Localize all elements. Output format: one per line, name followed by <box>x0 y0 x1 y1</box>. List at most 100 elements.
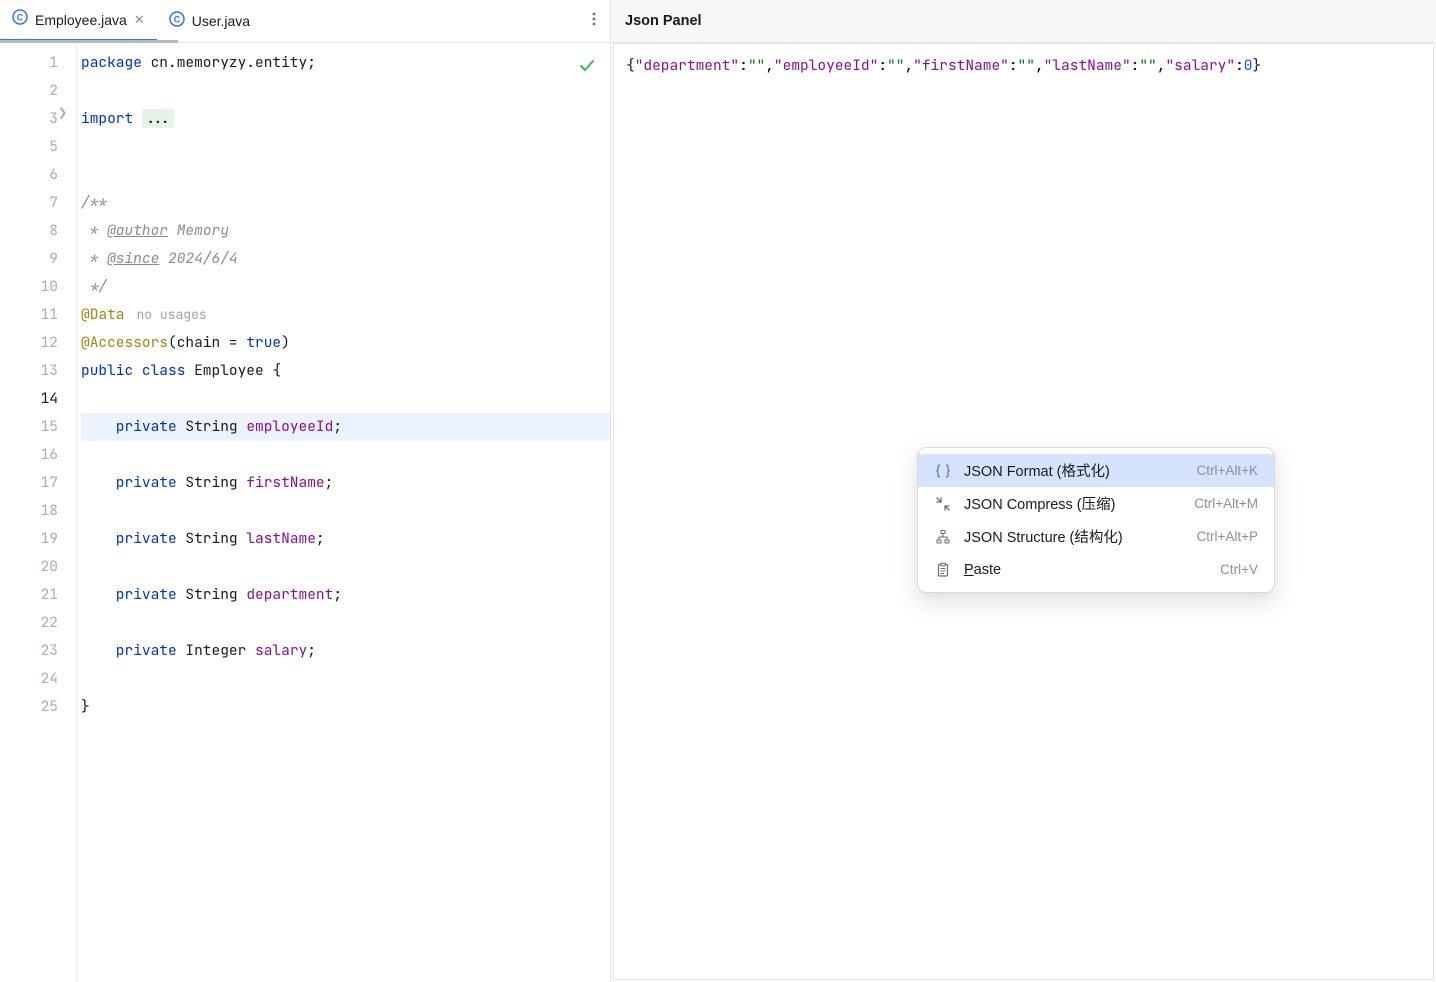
svg-text:C: C <box>17 13 24 23</box>
line-number: 10 <box>0 273 76 301</box>
line-number: 13 <box>0 357 76 385</box>
line-number: 19 <box>0 525 76 553</box>
code-token: * <box>81 221 107 240</box>
line-number: 5 <box>0 133 76 161</box>
code-token: private <box>81 473 185 492</box>
code-token: private <box>81 529 185 548</box>
json-token: "" <box>1018 56 1035 75</box>
json-token: : <box>1235 56 1244 75</box>
line-number: 14 <box>0 385 76 413</box>
close-icon[interactable]: ✕ <box>134 12 145 28</box>
code-token: @Data <box>81 305 125 324</box>
code-area[interactable]: package cn.memoryzy.entity; import ... /… <box>76 43 610 982</box>
menu-item-paste[interactable]: Paste Ctrl+V <box>918 553 1274 586</box>
tab-label: User.java <box>192 13 250 29</box>
line-number: 22 <box>0 609 76 637</box>
line-number: 6 <box>0 161 76 189</box>
json-panel-header: Json Panel <box>611 0 1436 43</box>
code-token: employeeId <box>246 417 333 436</box>
code-token: package <box>81 53 142 72</box>
code-token: String <box>185 585 246 604</box>
fold-indicator[interactable]: ... <box>142 109 174 128</box>
code-token: import <box>81 109 133 128</box>
tab-user[interactable]: C User.java <box>157 0 262 42</box>
tabs-more-icon[interactable] <box>588 7 600 36</box>
line-number: 2 <box>0 77 76 105</box>
code-token: lastName <box>246 529 316 548</box>
structure-icon <box>934 529 952 545</box>
code-token: /** <box>81 193 107 212</box>
json-token: "" <box>748 56 765 75</box>
json-token: "department" <box>635 56 739 75</box>
code-token: department <box>246 585 333 604</box>
json-token: : <box>1009 56 1018 75</box>
json-token: "firstName" <box>913 56 1009 75</box>
paste-icon <box>934 562 952 578</box>
code-token: */ <box>81 277 107 296</box>
line-number: 11 <box>0 301 76 329</box>
json-token: , <box>904 56 913 75</box>
line-number: 16 <box>0 441 76 469</box>
line-number: 20 <box>0 553 76 581</box>
code-token: private <box>81 585 185 604</box>
code-token: @since <box>107 249 159 268</box>
json-token: "employeeId" <box>774 56 878 75</box>
code-token: ; <box>307 641 316 660</box>
menu-shortcut: Ctrl+Alt+K <box>1196 463 1258 478</box>
code-token: ; <box>316 529 325 548</box>
editor-area[interactable]: 1235678910111213141516171819202122232425… <box>0 43 610 982</box>
menu-shortcut: Ctrl+Alt+M <box>1194 496 1258 511</box>
line-number: 12 <box>0 329 76 357</box>
line-number: 1 <box>0 49 76 77</box>
line-number: 24 <box>0 665 76 693</box>
line-number: 7 <box>0 189 76 217</box>
menu-item-json-structure[interactable]: JSON Structure (结构化) Ctrl+Alt+P <box>918 520 1274 553</box>
code-token: } <box>81 697 90 716</box>
menu-shortcut: Ctrl+Alt+P <box>1196 529 1258 544</box>
menu-label: JSON Compress (压缩) <box>964 493 1182 514</box>
code-token: Employee { <box>194 361 281 380</box>
menu-item-json-format[interactable]: JSON Format (格式化) Ctrl+Alt+K <box>918 454 1274 487</box>
code-token: String <box>185 529 246 548</box>
code-token: @Accessors <box>81 333 168 352</box>
json-token: "" <box>887 56 904 75</box>
tab-employee[interactable]: C Employee.java ✕ <box>0 0 157 42</box>
code-token: Integer <box>185 641 255 660</box>
code-token: * <box>81 249 107 268</box>
menu-item-json-compress[interactable]: JSON Compress (压缩) Ctrl+Alt+M <box>918 487 1274 520</box>
code-token: private <box>81 417 185 436</box>
class-icon: C <box>169 11 185 32</box>
code-token: Memory <box>168 221 229 240</box>
code-token: cn.memoryzy.entity; <box>142 53 316 72</box>
line-number: 25 <box>0 693 76 721</box>
code-token: String <box>185 417 246 436</box>
code-token: (chain = <box>168 333 246 352</box>
code-token: ; <box>333 417 342 436</box>
compress-icon <box>934 496 952 512</box>
line-number: 9 <box>0 245 76 273</box>
json-token: , <box>1035 56 1044 75</box>
svg-text:C: C <box>173 14 180 24</box>
code-token: public class <box>81 361 194 380</box>
json-token: "salary" <box>1165 56 1235 75</box>
menu-label: Paste <box>964 562 1208 578</box>
json-token: { <box>626 56 635 75</box>
json-token: "" <box>1139 56 1156 75</box>
json-token: "lastName" <box>1044 56 1131 75</box>
context-menu: JSON Format (格式化) Ctrl+Alt+K JSON Compre… <box>917 447 1275 593</box>
json-token: , <box>765 56 774 75</box>
code-token: String <box>185 473 246 492</box>
code-token: salary <box>255 641 307 660</box>
json-token: } <box>1252 56 1261 75</box>
fold-chevron-icon[interactable]: ❯ <box>58 106 67 119</box>
code-token: @author <box>107 221 168 240</box>
line-number: 17 <box>0 469 76 497</box>
status-check-icon <box>578 57 596 80</box>
line-number: 15 <box>0 413 76 441</box>
code-token: ; <box>325 473 334 492</box>
json-token: : <box>739 56 748 75</box>
editor-pane: C Employee.java ✕ C User.java 1235678910… <box>0 0 611 982</box>
line-number: 18 <box>0 497 76 525</box>
gutter: 1235678910111213141516171819202122232425 <box>0 43 76 982</box>
braces-icon <box>934 463 952 479</box>
